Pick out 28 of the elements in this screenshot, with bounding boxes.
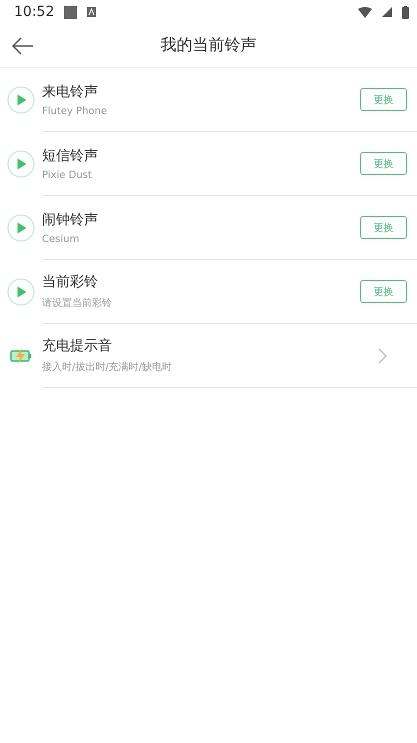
row-title: 短信铃声 xyxy=(42,146,99,164)
play-icon[interactable] xyxy=(7,278,35,306)
row-subtitle: Flutey Phone xyxy=(42,106,108,116)
notification-icon xyxy=(87,7,96,17)
row-title: 闹钟铃声 xyxy=(42,210,99,228)
status-time: 10:52 xyxy=(14,4,54,20)
row-title: 充电提示音 xyxy=(42,337,113,355)
back-icon[interactable] xyxy=(12,36,34,54)
row-subtitle: Pixie Dust xyxy=(42,170,93,180)
row-subtitle: Cesium xyxy=(42,234,80,244)
change-button[interactable]: 更换 xyxy=(360,216,407,239)
play-icon[interactable] xyxy=(7,214,35,242)
change-button[interactable]: 更换 xyxy=(360,280,407,303)
row-subtitle: 接入时/拔出时/充满时/缺电时 xyxy=(42,360,174,374)
play-icon[interactable] xyxy=(7,86,35,114)
row-title: 来电铃声 xyxy=(42,82,99,100)
wifi-icon xyxy=(358,6,372,18)
battery-icon xyxy=(402,6,409,18)
battery-charging-icon xyxy=(10,348,32,364)
chevron-right-icon[interactable] xyxy=(378,348,387,364)
play-icon[interactable] xyxy=(7,150,35,178)
signal-icon xyxy=(382,7,392,17)
notification-icon xyxy=(64,6,78,18)
page-title: 我的当前铃声 xyxy=(160,35,256,56)
row-subtitle: 请设置当前彩铃 xyxy=(42,296,113,310)
row-title: 当前彩铃 xyxy=(42,273,99,291)
change-button[interactable]: 更换 xyxy=(360,88,407,111)
change-button[interactable]: 更换 xyxy=(360,152,407,175)
